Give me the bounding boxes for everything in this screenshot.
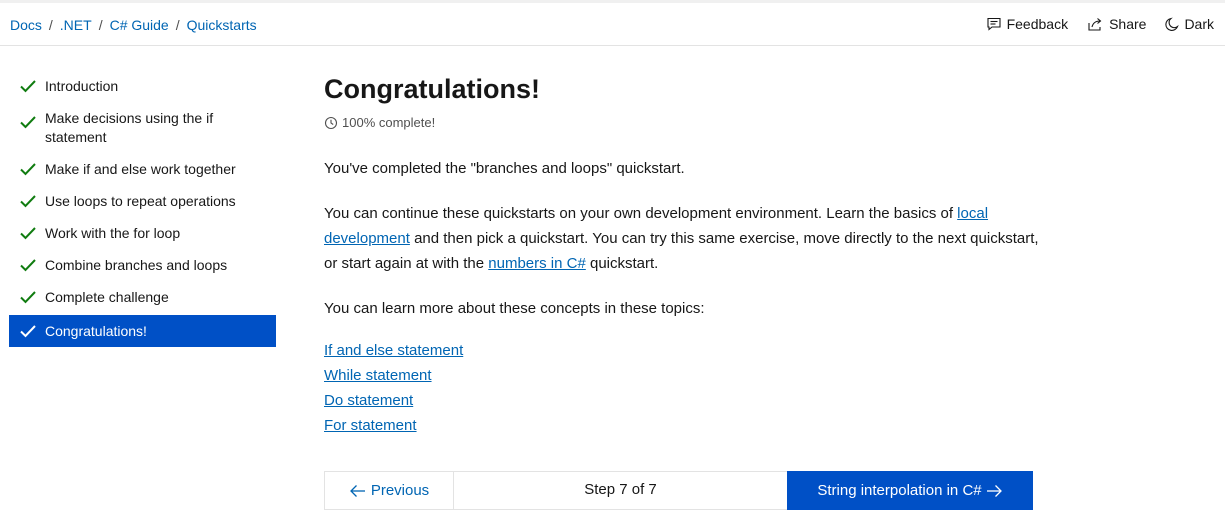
checkmark-icon xyxy=(20,325,36,338)
breadcrumb-separator: / xyxy=(98,17,103,33)
continue-text-1: You can continue these quickstarts on yo… xyxy=(324,205,958,222)
step-pager: Previous Step 7 of 7 String interpolatio… xyxy=(324,471,1033,510)
step-label: Combine branches and loops xyxy=(45,257,228,273)
step-if-else[interactable]: Make if and else work together xyxy=(9,153,276,185)
share-icon xyxy=(1088,18,1102,31)
share-label: Share xyxy=(1109,16,1147,32)
continue-text-3: quickstart. xyxy=(585,255,659,272)
step-for-loop[interactable]: Work with the for loop xyxy=(9,217,276,249)
checkmark-icon xyxy=(20,291,36,304)
step-loops[interactable]: Use loops to repeat operations xyxy=(9,185,276,217)
arrow-left-icon xyxy=(349,484,365,497)
continue-paragraph: You can continue these quickstarts on yo… xyxy=(324,201,1044,276)
continue-text-2: and then pick a quickstart. You can try … xyxy=(324,230,1039,272)
for-statement-link[interactable]: For statement xyxy=(324,413,417,438)
breadcrumb-separator: / xyxy=(48,17,53,33)
top-bar: Docs / .NET / C# Guide / Quickstarts Fee… xyxy=(0,0,1225,46)
checkmark-icon xyxy=(20,195,36,208)
next-label: String interpolation in C# xyxy=(817,482,982,499)
step-label: Make if and else work together xyxy=(45,161,236,177)
share-button[interactable]: Share xyxy=(1087,16,1146,32)
clock-icon xyxy=(324,116,338,129)
step-counter: Step 7 of 7 xyxy=(454,471,787,510)
next-button[interactable]: String interpolation in C# xyxy=(787,471,1033,510)
breadcrumb-quickstarts[interactable]: Quickstarts xyxy=(187,17,257,33)
do-statement-link[interactable]: Do statement xyxy=(324,388,413,413)
breadcrumb-dotnet[interactable]: .NET xyxy=(60,17,92,33)
completion-paragraph: You've completed the "branches and loops… xyxy=(324,160,685,177)
step-introduction[interactable]: Introduction xyxy=(9,70,276,102)
breadcrumb-separator: / xyxy=(175,17,180,33)
theme-label: Dark xyxy=(1184,16,1214,32)
numbers-in-csharp-link[interactable]: numbers in C# xyxy=(488,255,586,272)
theme-toggle-button[interactable]: Dark xyxy=(1165,16,1214,32)
step-label: Complete challenge xyxy=(45,289,169,305)
if-else-statement-link[interactable]: If and else statement xyxy=(324,338,463,363)
step-list: Introduction Make decisions using the if… xyxy=(9,70,276,347)
step-label: Introduction xyxy=(45,78,119,94)
step-congratulations[interactable]: Congratulations! xyxy=(9,315,276,347)
step-challenge[interactable]: Complete challenge xyxy=(9,281,276,313)
checkmark-icon xyxy=(20,116,36,129)
feedback-icon xyxy=(987,17,1001,31)
step-label: Make decisions using the if statement xyxy=(45,110,214,145)
step-label: Congratulations! xyxy=(45,323,147,339)
step-combine[interactable]: Combine branches and loops xyxy=(9,249,276,281)
header-actions: Feedback Share Dark xyxy=(967,16,1214,32)
feedback-button[interactable]: Feedback xyxy=(986,16,1068,32)
feedback-label: Feedback xyxy=(1006,16,1069,32)
while-statement-link[interactable]: While statement xyxy=(324,363,432,388)
step-if-statement[interactable]: Make decisions using the if statement xyxy=(9,102,276,153)
progress-text: 100% complete! xyxy=(342,115,436,130)
learn-more-paragraph: You can learn more about these concepts … xyxy=(324,300,705,317)
arrow-right-icon xyxy=(986,484,1002,497)
checkmark-icon xyxy=(20,163,36,176)
checkmark-icon xyxy=(20,80,36,93)
breadcrumb: Docs / .NET / C# Guide / Quickstarts xyxy=(10,17,257,33)
step-label: Use loops to repeat operations xyxy=(45,193,236,209)
breadcrumb-docs[interactable]: Docs xyxy=(10,17,42,33)
topic-links: If and else statement While statement Do… xyxy=(324,338,1044,438)
checkmark-icon xyxy=(20,259,36,272)
checkmark-icon xyxy=(20,227,36,240)
page-title: Congratulations! xyxy=(324,74,540,104)
progress-indicator: 100% complete! xyxy=(324,115,1044,130)
step-label: Work with the for loop xyxy=(45,225,181,241)
previous-button[interactable]: Previous xyxy=(324,471,454,510)
breadcrumb-csharp-guide[interactable]: C# Guide xyxy=(110,17,169,33)
main-content: Congratulations! 100% complete! You've c… xyxy=(324,70,1044,438)
previous-label: Previous xyxy=(370,482,430,499)
moon-icon xyxy=(1165,17,1180,31)
